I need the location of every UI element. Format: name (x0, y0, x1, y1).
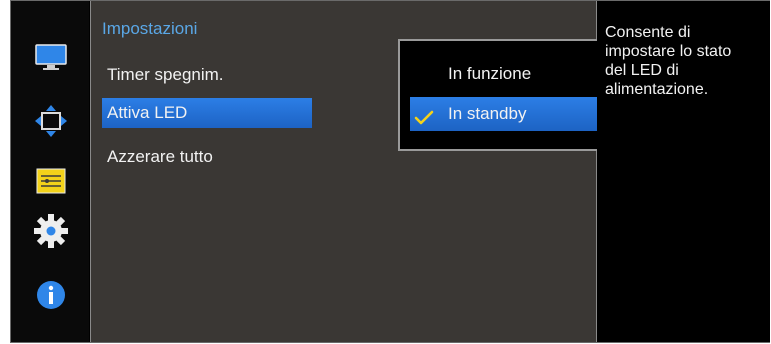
menu-item-attiva-led[interactable]: Attiva LED (102, 98, 312, 128)
gear-icon[interactable] (33, 213, 69, 249)
menu-item-label: Timer spegnim. (107, 65, 224, 84)
check-icon (414, 105, 434, 125)
picture-icon[interactable] (33, 39, 69, 75)
menu-item-label: Azzerare tutto (107, 147, 213, 166)
option-label: In standby (448, 104, 527, 123)
menu-title: Impostazioni (102, 19, 198, 38)
info-icon[interactable] (33, 277, 69, 313)
option-label: In funzione (448, 64, 532, 83)
menu-item-label: Attiva LED (107, 103, 188, 122)
screen-adjust-icon[interactable] (33, 103, 69, 139)
settings-menu-panel: Impostazioni Timer spegnim. Attiva LED A… (90, 1, 663, 342)
menu-item-timer-spegnim[interactable]: Timer spegnim. (102, 60, 224, 90)
description-text: Consente di impostare lo stato del LED d… (605, 24, 732, 98)
sidebar (11, 1, 89, 342)
menu-item-azzerare-tutto[interactable]: Azzerare tutto (102, 142, 213, 172)
osd-window: Impostazioni Timer spegnim. Attiva LED A… (10, 0, 770, 343)
description-panel: Consente di impostare lo stato del LED d… (597, 1, 770, 342)
settings-menu-icon[interactable] (33, 163, 69, 199)
